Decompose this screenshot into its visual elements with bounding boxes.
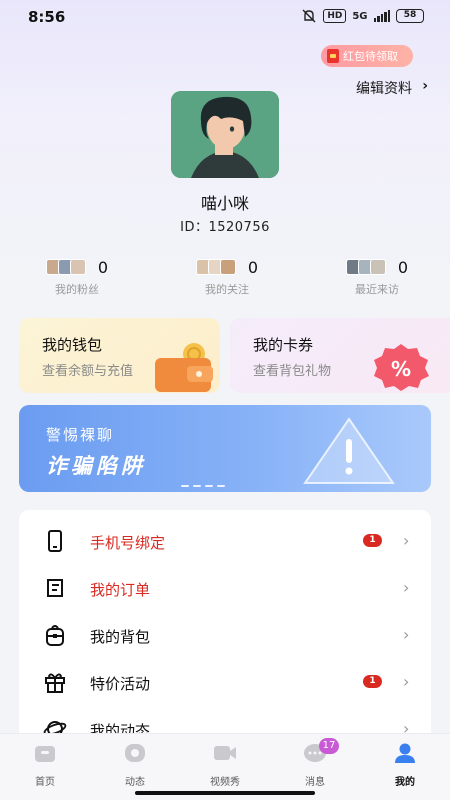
mute-icon (302, 9, 316, 23)
wallet-icon (155, 343, 213, 392)
following-count: 0 (247, 257, 259, 277)
user-id-value: 1520756 (208, 220, 270, 235)
red-packet-button[interactable]: 红包待领取 (321, 45, 413, 67)
hd-indicator: HD (323, 9, 347, 23)
coupon-title: 我的卡券 (253, 336, 314, 354)
battery-icon: 58 (396, 9, 424, 23)
video-icon (214, 746, 236, 760)
message-count-badge: 17 (319, 738, 339, 754)
tab-profile[interactable]: 我的 (373, 742, 437, 788)
tab-moments[interactable]: 动态 (103, 742, 167, 788)
edit-profile-link[interactable]: 编辑资料 (356, 78, 412, 98)
visitor-avatars (345, 259, 386, 275)
gift-icon (45, 673, 65, 693)
menu-item-phone-binding[interactable]: 手机号绑定 1 › (19, 517, 431, 564)
banner-slogan: 诈骗陷阱 (46, 454, 146, 478)
menu-item-label: 我的订单 (90, 581, 151, 599)
chevron-right-icon: › (403, 531, 410, 550)
chevron-right-icon: › (403, 625, 410, 644)
stat-following[interactable]: 0 我的关注 (172, 257, 282, 297)
moments-icon (125, 744, 145, 762)
signal-icon (373, 10, 390, 22)
wallet-card[interactable]: 我的钱包 查看余额与充值 (19, 318, 220, 393)
discount-icon: % (374, 344, 429, 391)
red-packet-label: 红包待领取 (343, 50, 398, 63)
coupon-card[interactable]: 我的卡券 查看背包礼物 % (230, 318, 450, 393)
menu-item-label: 特价活动 (90, 675, 151, 693)
menu-list: 手机号绑定 1 › 我的订单 › 我的背包 › 特价活动 1 › 我的动态 › (19, 510, 431, 750)
chevron-right-icon: › (422, 78, 428, 94)
follower-avatars (45, 259, 86, 275)
stat-visitors[interactable]: 0 最近来访 (322, 257, 432, 297)
wallet-title: 我的钱包 (42, 336, 103, 354)
menu-item-label: 我的背包 (90, 628, 151, 646)
chevron-right-icon: › (403, 672, 410, 691)
order-icon (47, 579, 63, 597)
avatar[interactable] (171, 91, 279, 178)
menu-item-label: 手机号绑定 (90, 534, 166, 552)
following-label: 我的关注 (205, 283, 249, 296)
chevron-right-icon: › (403, 578, 410, 597)
followers-label: 我的粉丝 (55, 283, 99, 296)
phone-icon (48, 530, 62, 552)
visitors-label: 最近来访 (355, 283, 399, 296)
tab-label: 我的 (395, 777, 415, 788)
tab-label: 消息 (305, 777, 325, 788)
anti-fraud-banner[interactable]: 警惕裸聊 诈骗陷阱 (19, 405, 431, 492)
home-icon (35, 746, 55, 762)
profile-icon (395, 743, 415, 763)
menu-item-special-offers[interactable]: 特价活动 1 › (19, 658, 431, 705)
status-time: 8:56 (28, 8, 66, 26)
tab-label: 视频秀 (210, 777, 240, 788)
banner-pagination (181, 485, 225, 487)
bottom-navigation: 首页 动态 视频秀 17 消息 我的 (0, 733, 450, 800)
visitors-count: 0 (397, 257, 409, 277)
tab-label: 动态 (125, 777, 145, 788)
status-icons: HD 5G 58 (301, 9, 424, 23)
avatar-image (171, 91, 279, 178)
svg-text:%: % (391, 357, 411, 381)
user-id-prefix: ID： (180, 220, 209, 235)
following-avatars (195, 259, 236, 275)
red-envelope-icon (327, 49, 339, 63)
banner-title: 警惕裸聊 (46, 426, 115, 444)
home-indicator (135, 791, 315, 795)
notification-badge: 1 (363, 675, 382, 688)
tab-home[interactable]: 首页 (13, 742, 77, 788)
coupon-subtitle: 查看背包礼物 (253, 364, 332, 379)
tab-label: 首页 (35, 777, 55, 788)
backpack-icon (46, 625, 64, 646)
user-id: ID：1520756 (0, 216, 450, 235)
tab-messages[interactable]: 17 消息 (283, 738, 347, 788)
wallet-subtitle: 查看余额与充值 (42, 364, 134, 379)
notification-badge: 1 (363, 534, 382, 547)
menu-item-backpack[interactable]: 我的背包 › (19, 611, 431, 658)
stat-followers[interactable]: 0 我的粉丝 (22, 257, 132, 297)
tab-video-show[interactable]: 视频秀 (193, 742, 257, 788)
username: 喵小咪 (200, 194, 249, 213)
warning-icon (303, 417, 395, 484)
followers-count: 0 (97, 257, 109, 277)
menu-item-orders[interactable]: 我的订单 › (19, 564, 431, 611)
network-indicator: 5G (352, 10, 368, 22)
status-bar: 8:56 HD 5G 58 (0, 0, 450, 34)
